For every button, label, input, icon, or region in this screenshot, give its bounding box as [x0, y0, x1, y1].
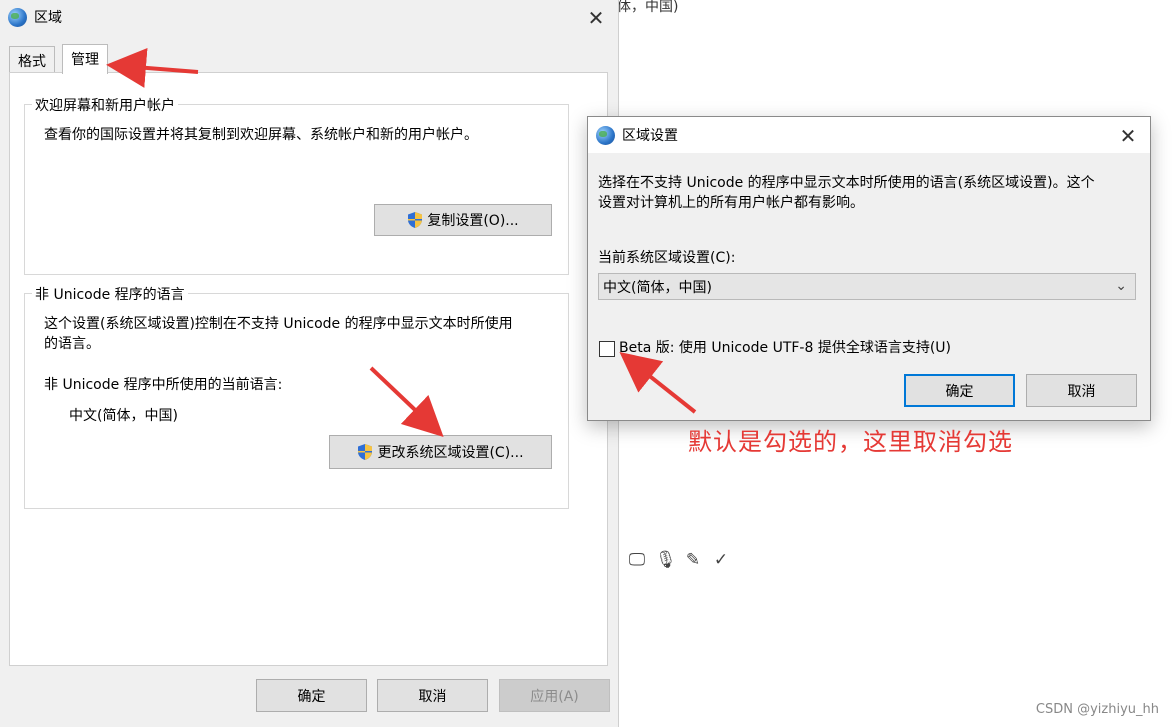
welcome-group-title: 欢迎屏幕和新用户帐户 [32, 95, 178, 115]
locale-select-value: 中文(简体，中国) [603, 279, 712, 296]
change-locale-label: 更改系统区域设置(C)... [377, 445, 524, 461]
spellcheck-icon[interactable]: ✓ [711, 550, 731, 572]
locale-dialog: 区域设置 ✕ 选择在不支持 Unicode 的程序中显示文本时所使用的语言(系统… [587, 116, 1151, 421]
chevron-down-icon: ⌄ [1115, 278, 1127, 294]
admin-tab-panel: 欢迎屏幕和新用户帐户 查看你的国际设置并将其复制到欢迎屏幕、系统帐户和新的用户帐… [9, 72, 608, 666]
locale-select[interactable]: 中文(简体，中国) ⌄ [598, 273, 1136, 300]
uac-shield-icon [358, 444, 373, 460]
copy-settings-label: 复制设置(O)... [427, 213, 519, 229]
region-title: 区域 [34, 10, 62, 26]
globe-icon [596, 125, 615, 145]
annotation-text: 默认是勾选的，这里取消勾选 [688, 428, 1013, 456]
region-titlebar: 区域 [0, 0, 618, 34]
current-language-value: 中文(简体，中国) [69, 408, 178, 424]
locale-titlebar: 区域设置 [588, 117, 1150, 153]
locale-title: 区域设置 [622, 128, 678, 144]
uac-shield-icon [408, 212, 423, 228]
close-icon[interactable]: ✕ [1118, 124, 1138, 148]
edit-icon[interactable]: ✎ [683, 550, 703, 572]
close-icon[interactable]: ✕ [586, 6, 606, 30]
beta-utf8-checkbox[interactable] [599, 341, 615, 357]
unicode-description-line2: 的语言。 [44, 336, 100, 352]
locale-description-line1: 选择在不支持 Unicode 的程序中显示文本时所使用的语言(系统区域设置)。这… [598, 175, 1095, 191]
locale-cancel-button[interactable]: 取消 [1026, 374, 1137, 407]
welcome-description: 查看你的国际设置并将其复制到欢迎屏幕、系统帐户和新的用户帐户。 [44, 127, 478, 143]
watermark: CSDN @yizhiyu_hh [1035, 702, 1159, 717]
beta-utf8-label[interactable]: Beta 版: 使用 Unicode UTF-8 提供全球语言支持(U) [619, 338, 951, 358]
apply-button[interactable]: 应用(A) [499, 679, 610, 712]
microphone-icon[interactable]: 🎙 [655, 550, 677, 572]
tab-format[interactable]: 格式 [9, 46, 55, 73]
change-locale-button[interactable]: 更改系统区域设置(C)... [329, 435, 552, 469]
tab-admin[interactable]: 管理 [62, 44, 108, 74]
current-language-label: 非 Unicode 程序中所使用的当前语言: [44, 377, 283, 393]
background-text: 体，中国) [617, 0, 679, 15]
cancel-button[interactable]: 取消 [377, 679, 488, 712]
globe-icon [8, 7, 27, 27]
region-dialog: 区域 ✕ 格式 管理 欢迎屏幕和新用户帐户 查看你的国际设置并将其复制到欢迎屏幕… [0, 0, 619, 727]
ok-button[interactable]: 确定 [256, 679, 367, 712]
unicode-group: 非 Unicode 程序的语言 这个设置(系统区域设置)控制在不支持 Unico… [24, 284, 569, 509]
locale-description-line2: 设置对计算机上的所有用户帐户都有影响。 [598, 195, 864, 211]
locale-ok-button[interactable]: 确定 [904, 374, 1015, 407]
background-toolbar: 🖵 🎙 ✎ ✓ [627, 550, 731, 572]
copy-settings-button[interactable]: 复制设置(O)... [374, 204, 552, 236]
welcome-group: 欢迎屏幕和新用户帐户 查看你的国际设置并将其复制到欢迎屏幕、系统帐户和新的用户帐… [24, 95, 569, 275]
unicode-description-line1: 这个设置(系统区域设置)控制在不支持 Unicode 的程序中显示文本时所使用 [44, 316, 513, 332]
current-locale-label: 当前系统区域设置(C): [598, 250, 736, 266]
monitor-icon[interactable]: 🖵 [627, 550, 647, 572]
unicode-group-title: 非 Unicode 程序的语言 [32, 284, 188, 304]
